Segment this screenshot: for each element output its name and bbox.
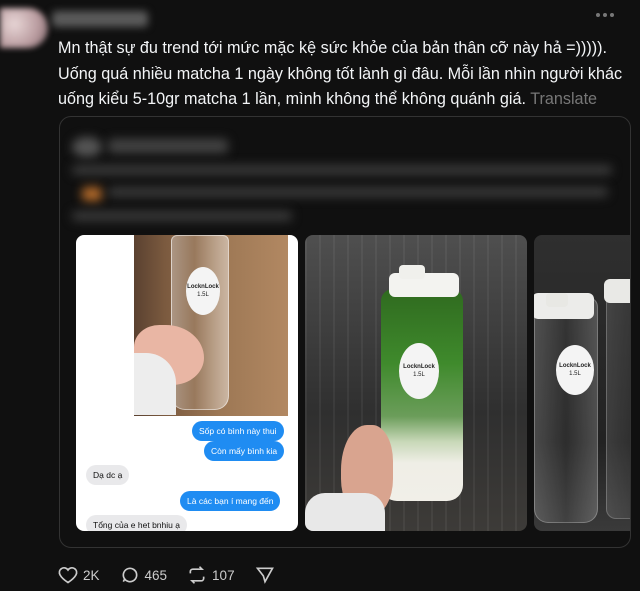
quoted-text-blurred-3 [72, 211, 292, 221]
empty-bottle [534, 297, 598, 523]
more-options-icon[interactable] [596, 13, 614, 17]
heart-icon [58, 566, 78, 584]
repost-icon [189, 566, 205, 584]
label-brand: LocknLock [403, 363, 435, 370]
action-bar: 2K 465 107 [58, 565, 295, 585]
bottle-spout [546, 293, 568, 307]
label-volume: 1.5L [197, 292, 209, 298]
bottle-label: LocknLock 1.5L [399, 343, 439, 399]
quoted-emoji-blurred [82, 187, 102, 201]
author-avatar[interactable] [0, 8, 48, 48]
author-name-blurred[interactable] [52, 11, 148, 27]
chat-bubble-sent: Sốp có bình này thui [192, 421, 284, 441]
label-brand: LocknLock [559, 362, 591, 369]
chat-bubble-received: Tổng của e het bnhiu ạ [86, 515, 187, 531]
comment-count: 465 [144, 567, 168, 583]
bottle-label: LocknLock 1.5L [556, 345, 594, 395]
label-volume: 1.5L [413, 372, 425, 378]
quoted-text-blurred-2 [108, 187, 608, 197]
chat-bubble-sent: Còn mấy bình kia [204, 441, 285, 461]
chat-bubble-sent: Là các bạn í mang đến [180, 491, 281, 511]
quoted-post[interactable]: LocknLock 1.5L Sốp có bình này thui Còn … [59, 116, 631, 548]
like-button[interactable]: 2K [58, 565, 100, 585]
image-matcha-bottle[interactable]: LocknLock 1.5L [305, 235, 527, 531]
like-count: 2K [83, 567, 100, 583]
label-brand: LocknLock [187, 283, 219, 290]
repost-count: 107 [212, 567, 235, 583]
image-empty-bottles[interactable]: LocknLock 1.5L [534, 235, 630, 531]
image-chat-screenshot[interactable]: LocknLock 1.5L Sốp có bình này thui Còn … [76, 235, 298, 531]
comment-button[interactable]: 465 [120, 565, 168, 585]
chat-bubble-received: Dạ dc ạ [86, 465, 130, 485]
repost-button[interactable]: 107 [187, 565, 235, 585]
bottle-cap [604, 279, 630, 303]
empty-bottle [606, 279, 630, 519]
quoted-avatar-blurred [72, 137, 102, 157]
send-icon [255, 567, 274, 584]
share-button[interactable] [255, 565, 275, 585]
translate-link[interactable]: Translate [530, 90, 597, 108]
bottle-label: LocknLock 1.5L [186, 267, 220, 315]
quoted-author-blurred [108, 139, 228, 153]
comment-icon [122, 567, 138, 583]
label-volume: 1.5L [569, 371, 581, 377]
sleeve [305, 493, 385, 531]
post-text: Mn thật sự đu trend tới mức mặc kệ sức k… [58, 36, 630, 113]
quoted-text-blurred [72, 165, 612, 175]
bottle-spout [399, 265, 425, 279]
